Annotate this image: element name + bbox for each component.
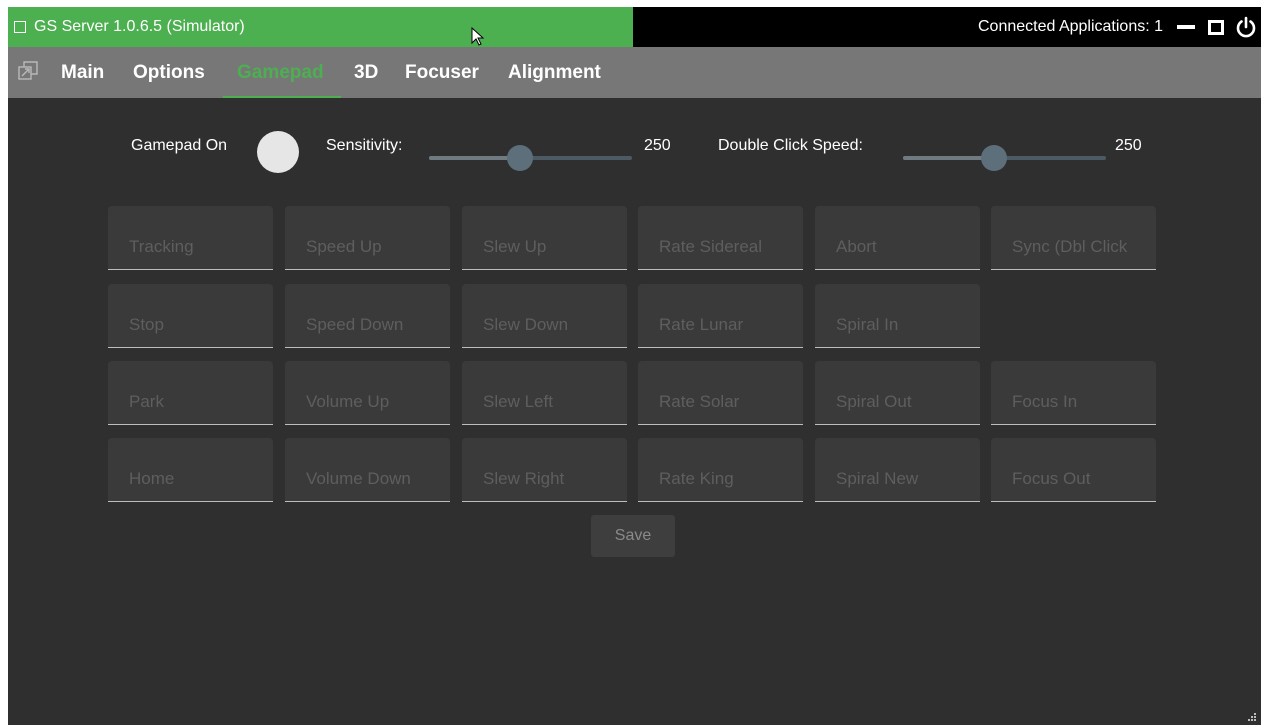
double-click-speed-slider[interactable] [903, 145, 1106, 171]
gamepad-button[interactable]: Speed Down [285, 284, 450, 348]
title-bar-right: Connected Applications: 1 [633, 7, 1261, 47]
gamepad-button[interactable]: Slew Up [462, 206, 627, 270]
tab-main-label: Main [61, 62, 105, 83]
gamepad-button[interactable]: Rate Lunar [638, 284, 803, 348]
gamepad-button[interactable]: Abort [815, 206, 980, 270]
gamepad-button[interactable]: Slew Right [462, 438, 627, 502]
gamepad-button[interactable]: Spiral Out [815, 361, 980, 425]
slider-thumb[interactable] [507, 145, 533, 171]
tab-alignment-label: Alignment [508, 62, 601, 83]
mouse-cursor-icon [471, 27, 485, 46]
gamepad-button[interactable]: Volume Up [285, 361, 450, 425]
gamepad-button[interactable]: Rate Sidereal [638, 206, 803, 270]
gamepad-button[interactable]: Tracking [108, 206, 273, 270]
tab-focuser[interactable]: Focuser [405, 47, 479, 98]
title-bar[interactable]: GS Server 1.0.6.5 (Simulator) Connected … [8, 7, 1261, 47]
power-button[interactable] [1231, 7, 1261, 47]
app-window-icon [14, 21, 26, 33]
tab-3d-label: 3D [354, 62, 379, 83]
tab-options[interactable]: Options [133, 47, 205, 98]
gamepad-button[interactable]: Home [108, 438, 273, 502]
resize-grip-icon[interactable] [1243, 710, 1257, 724]
sensitivity-label: Sensitivity: [326, 137, 403, 154]
tab-main[interactable]: Main [61, 47, 104, 98]
gamepad-button[interactable]: Focus In [991, 361, 1156, 425]
gamepad-button[interactable]: Sync (Dbl Click [991, 206, 1156, 270]
gamepad-button[interactable]: Slew Down [462, 284, 627, 348]
sensitivity-value: 250 [644, 137, 671, 154]
tab-3d[interactable]: 3D [354, 47, 378, 98]
restore-window-icon[interactable] [18, 61, 38, 81]
double-click-speed-value: 250 [1115, 137, 1142, 154]
connected-applications: Connected Applications: 1 [977, 18, 1163, 35]
minimize-button[interactable] [1171, 7, 1201, 47]
save-button[interactable]: Save [591, 515, 675, 557]
gamepad-on-label: Gamepad On [131, 137, 228, 154]
tab-focuser-label: Focuser [405, 62, 479, 83]
minimize-icon [1177, 25, 1195, 29]
gamepad-button[interactable]: Speed Up [285, 206, 450, 270]
gamepad-button[interactable]: Rate King [638, 438, 803, 502]
gamepad-button[interactable]: Focus Out [991, 438, 1156, 502]
tab-alignment[interactable]: Alignment [508, 47, 601, 98]
double-click-speed-label: Double Click Speed: [718, 137, 863, 154]
app-title: GS Server 1.0.6.5 (Simulator) [34, 18, 245, 35]
title-bar-left: GS Server 1.0.6.5 (Simulator) [8, 7, 633, 47]
gamepad-button[interactable]: Volume Down [285, 438, 450, 502]
slider-thumb[interactable] [981, 145, 1007, 171]
gamepad-button[interactable]: Spiral In [815, 284, 980, 348]
sensitivity-slider[interactable] [429, 145, 632, 171]
menu-bar: Main Options Gamepad 3D Focuser Alignmen… [8, 47, 1261, 98]
gamepad-button[interactable]: Stop [108, 284, 273, 348]
gamepad-button[interactable]: Rate Solar [638, 361, 803, 425]
gamepad-toggle[interactable] [257, 131, 299, 173]
tab-options-label: Options [133, 62, 205, 83]
app-window: GS Server 1.0.6.5 (Simulator) Connected … [8, 7, 1261, 725]
gamepad-button[interactable]: Spiral New [815, 438, 980, 502]
tab-gamepad[interactable]: Gamepad [223, 47, 341, 98]
power-icon [1236, 16, 1256, 38]
gamepad-controls: Gamepad On Sensitivity: 250 Double Click… [8, 98, 1261, 198]
maximize-button[interactable] [1201, 7, 1231, 47]
maximize-icon [1208, 19, 1224, 35]
tab-gamepad-label: Gamepad [237, 62, 324, 83]
gamepad-button[interactable]: Park [108, 361, 273, 425]
gamepad-button[interactable]: Slew Left [462, 361, 627, 425]
